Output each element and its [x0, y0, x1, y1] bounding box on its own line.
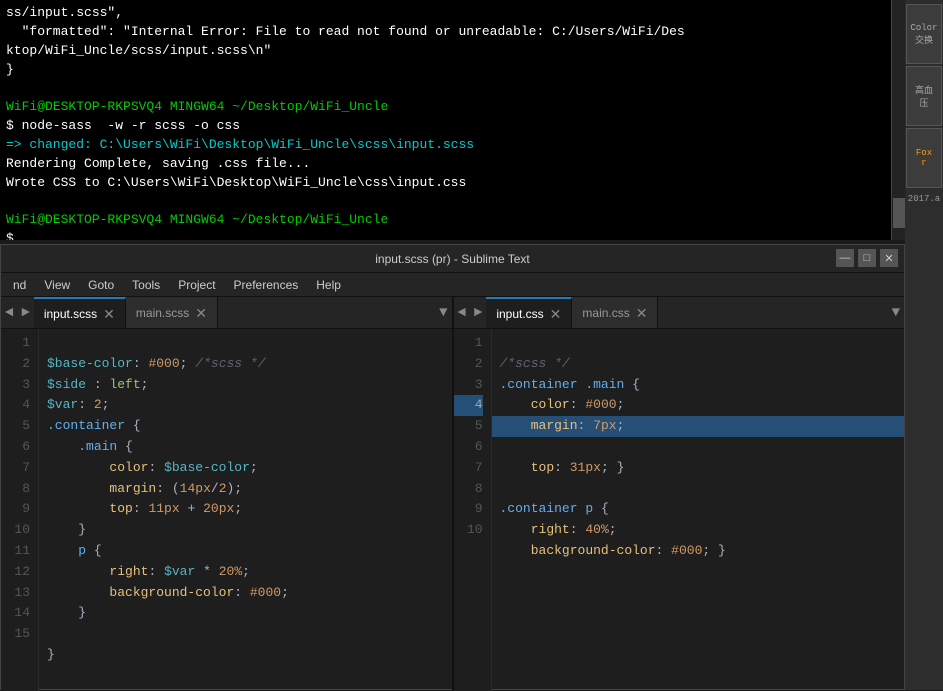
right-tab-main-css[interactable]: main.css ✕: [572, 297, 658, 328]
left-tab-nav-right[interactable]: ►: [17, 297, 33, 328]
taskbar-strip: Color交换 高血压 Foxr 2017.a: [905, 0, 943, 690]
right-pane-dropdown[interactable]: ▼: [892, 305, 900, 321]
terminal-output-1: => changed: C:\Users\WiFi\Desktop\WiFi_U…: [6, 136, 899, 155]
terminal: ss/input.scss", "formatted": "Internal E…: [0, 0, 905, 240]
menu-tools[interactable]: Tools: [124, 276, 168, 294]
right-code-area: 123 4 5678910 /*scss */ .container .main…: [454, 329, 905, 691]
maximize-button[interactable]: □: [858, 249, 876, 267]
left-tab-close-main[interactable]: ✕: [195, 306, 207, 320]
right-tab-close-input[interactable]: ✕: [550, 307, 562, 321]
taskbar-item-fox[interactable]: Foxr: [906, 128, 942, 188]
menu-nd[interactable]: nd: [5, 276, 34, 294]
terminal-user: WiFi@DESKTOP-RKPSVQ4 MINGW64 ~/Desktop/W…: [6, 99, 388, 114]
menu-project[interactable]: Project: [170, 276, 223, 294]
left-line-numbers: 12345 678910 1112131415: [1, 329, 39, 691]
menu-view[interactable]: View: [36, 276, 78, 294]
menu-preferences[interactable]: Preferences: [226, 276, 307, 294]
right-tab-nav-left[interactable]: ◄: [454, 297, 470, 328]
terminal-line-2: "formatted": "Internal Error: File to re…: [6, 23, 899, 42]
terminal-line-5: [6, 79, 899, 98]
window-controls: — □ ✕: [836, 249, 898, 267]
sublime-title: input.scss (pr) - Sublime Text: [9, 252, 896, 266]
terminal-output-2: Rendering Complete, saving .css file...: [6, 155, 899, 174]
menu-bar: nd View Goto Tools Project Preferences H…: [1, 273, 904, 297]
terminal-cmd-1: $ node-sass -w -r scss -o css: [6, 117, 899, 136]
left-tab-input-scss[interactable]: input.scss ✕: [34, 297, 126, 328]
terminal-line-4: }: [6, 61, 899, 80]
left-tab-close-input[interactable]: ✕: [103, 307, 115, 321]
taskbar-item-bp[interactable]: 高血压: [906, 66, 942, 126]
left-tab-nav-left[interactable]: ◄: [1, 297, 17, 328]
terminal-user-2: WiFi@DESKTOP-RKPSVQ4 MINGW64 ~/Desktop/W…: [6, 212, 388, 227]
right-tab-close-main[interactable]: ✕: [636, 306, 648, 320]
close-button[interactable]: ✕: [880, 249, 898, 267]
menu-goto[interactable]: Goto: [80, 276, 122, 294]
left-tab-main-scss[interactable]: main.scss ✕: [126, 297, 218, 328]
left-pane: ◄ ► input.scss ✕ main.scss ✕ ▼ 12345: [1, 297, 454, 691]
terminal-line-3: ktop/WiFi_Uncle/scss/input.scss\n": [6, 42, 899, 61]
right-tab-input-css[interactable]: input.css ✕: [486, 297, 572, 328]
right-tab-bar: ◄ ► input.css ✕ main.css ✕ ▼: [454, 297, 905, 329]
terminal-output-3: Wrote CSS to C:\Users\WiFi\Desktop\WiFi_…: [6, 174, 899, 193]
minimize-button[interactable]: —: [836, 249, 854, 267]
sublime-editor: input.scss (pr) - Sublime Text — □ ✕ nd …: [0, 244, 905, 690]
taskbar-item-color[interactable]: Color交换: [906, 4, 942, 64]
left-code-content[interactable]: $base-color: #000; /*scss */ $side : lef…: [39, 329, 452, 691]
left-tab-bar: ◄ ► input.scss ✕ main.scss ✕ ▼: [1, 297, 452, 329]
terminal-scrollbar-thumb[interactable]: [893, 198, 905, 228]
right-line-numbers: 123 4 5678910: [454, 329, 492, 691]
menu-help[interactable]: Help: [308, 276, 349, 294]
sublime-titlebar: input.scss (pr) - Sublime Text — □ ✕: [1, 245, 904, 273]
terminal-line-1: ss/input.scss",: [6, 4, 899, 23]
right-code-content[interactable]: /*scss */ .container .main { color: #000…: [492, 329, 905, 691]
taskbar-year: 2017.a: [908, 194, 940, 204]
terminal-cmd-2: $: [6, 230, 899, 240]
left-code-area: 12345 678910 1112131415 $base-color: #00…: [1, 329, 452, 691]
editor-area: ◄ ► input.scss ✕ main.scss ✕ ▼ 12345: [1, 297, 904, 691]
terminal-prompt-2: WiFi@DESKTOP-RKPSVQ4 MINGW64 ~/Desktop/W…: [6, 211, 899, 230]
right-pane: ◄ ► input.css ✕ main.css ✕ ▼ 123 4: [454, 297, 905, 691]
terminal-blank: [6, 192, 899, 211]
terminal-prompt-1: WiFi@DESKTOP-RKPSVQ4 MINGW64 ~/Desktop/W…: [6, 98, 899, 117]
terminal-scrollbar[interactable]: [891, 0, 905, 240]
right-tab-nav-right[interactable]: ►: [470, 297, 486, 328]
left-pane-dropdown[interactable]: ▼: [439, 305, 447, 321]
